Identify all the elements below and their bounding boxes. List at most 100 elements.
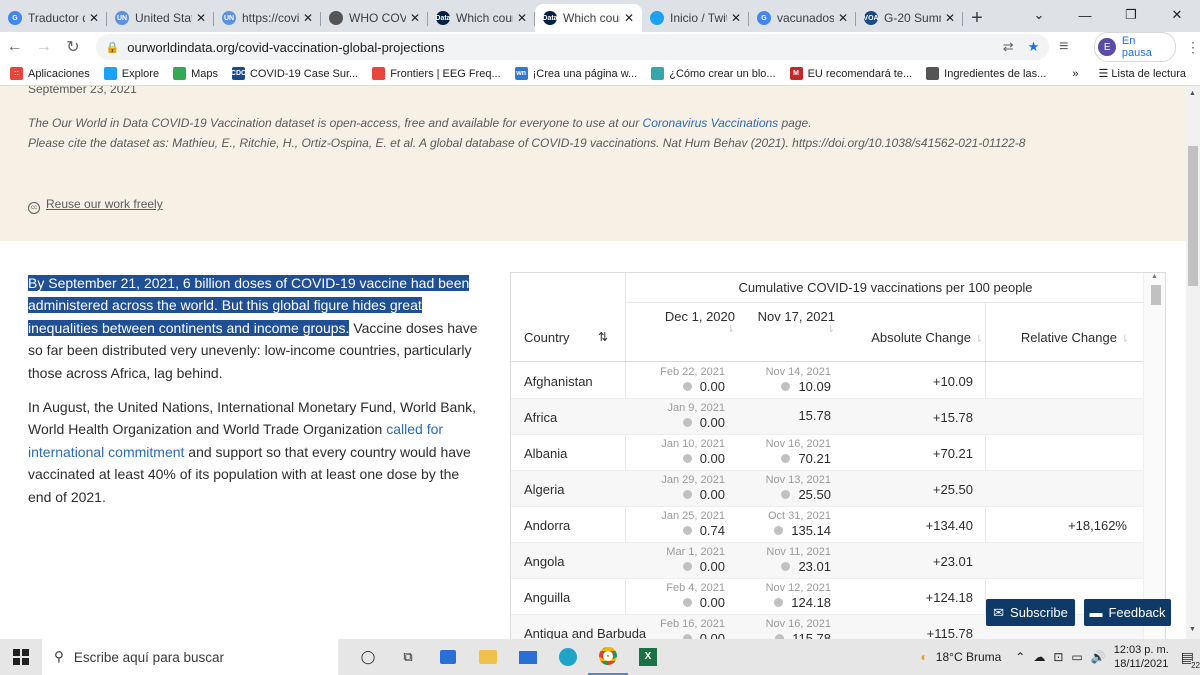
reload-button[interactable]: ↻ (58, 37, 87, 57)
info-icon[interactable] (781, 454, 791, 463)
info-icon[interactable] (781, 562, 791, 571)
file-explorer-icon[interactable] (468, 639, 508, 675)
menu-icon[interactable]: ⋮ (1186, 39, 1200, 56)
browser-tab[interactable]: Data Which coun ✕ (535, 4, 642, 32)
reading-list-button[interactable]: ☰ Lista de lectura (1098, 67, 1186, 80)
table-row[interactable]: Albania Jan 10, 2021 0.00 Nov 16, 2021 70.21… (511, 435, 1145, 471)
notifications-icon[interactable]: ▤ 22 (1181, 649, 1200, 670)
table-scroll-thumb[interactable] (1151, 285, 1161, 305)
more-bookmarks-icon[interactable]: » (1072, 68, 1078, 80)
minimize-button[interactable]: — (1062, 0, 1108, 30)
page-scroll-thumb[interactable] (1188, 146, 1198, 286)
close-tab-icon[interactable]: ✕ (410, 11, 420, 25)
bookmark-item[interactable]: CDC COVID-19 Case Sur... (231, 67, 358, 80)
volume-icon[interactable]: 🔊 (1091, 650, 1106, 664)
info-icon[interactable] (682, 418, 692, 427)
weather-text[interactable]: 18°C Bruma (936, 650, 1002, 664)
table-scrollbar[interactable]: ▲ (1143, 273, 1165, 639)
edge-icon[interactable] (548, 639, 588, 675)
table-row[interactable]: Afghanistan Feb 22, 2021 0.00 Nov 14, 2021 1… (511, 363, 1145, 399)
table-row[interactable]: Andorra Jan 25, 2021 0.74 Oct 31, 2021 135.1… (511, 507, 1145, 543)
reuse-link[interactable]: cc Reuse our work freely (28, 197, 163, 214)
start-button[interactable] (0, 649, 42, 665)
info-icon[interactable] (781, 490, 791, 499)
column-header-date2[interactable]: Nov 17, 2021 ⇂ (735, 309, 835, 335)
subscribe-button[interactable]: ✉ Subscribe (986, 599, 1075, 626)
excel-icon[interactable]: X (628, 639, 668, 675)
info-icon[interactable] (774, 526, 784, 535)
sort-icon[interactable]: ⇂ (1121, 334, 1129, 345)
browser-tab[interactable]: UN https://covid ✕ (214, 4, 321, 32)
sort-icon[interactable]: ⇂ (635, 324, 735, 335)
browser-tab[interactable]: G Traductor de ✕ (0, 4, 107, 32)
column-header-relative[interactable]: Relative Change ⇂ (989, 330, 1129, 345)
close-tab-icon[interactable]: ✕ (89, 11, 99, 25)
tab-search-icon[interactable]: ⌄ (1016, 0, 1062, 30)
cortana-icon[interactable]: ◯ (348, 639, 388, 675)
scroll-down-arrow-icon[interactable]: ▼ (1189, 626, 1196, 633)
browser-tab[interactable]: Data Which countr ✕ (428, 4, 535, 32)
info-icon[interactable] (682, 598, 692, 607)
close-tab-icon[interactable]: ✕ (945, 11, 955, 25)
bookmark-item[interactable]: Maps (173, 67, 218, 80)
info-icon[interactable] (774, 598, 784, 607)
vaccinations-link[interactable]: Coronavirus Vaccinations (643, 116, 779, 130)
page-scrollbar[interactable]: ▲ ▼ (1186, 86, 1200, 639)
bookmark-item[interactable]: wn ¡Crea una página w... (514, 67, 637, 80)
translate-icon[interactable]: ⇄ (1003, 39, 1014, 55)
table-row[interactable]: Africa Jan 9, 2021 0.00 15.78 +15.78 (511, 399, 1145, 435)
sort-icon[interactable]: ⇂ (735, 324, 835, 335)
bookmark-item[interactable]: M EU recomendará te... (789, 67, 912, 80)
mail-app-icon[interactable] (508, 639, 548, 675)
browser-tab[interactable]: Inicio / Twitt ✕ (642, 4, 749, 32)
info-icon[interactable] (682, 454, 692, 463)
chrome-icon[interactable] (588, 639, 628, 675)
network-icon[interactable]: ⊡ (1053, 650, 1063, 664)
info-icon[interactable] (682, 562, 692, 571)
onedrive-icon[interactable]: ☁ (1033, 650, 1045, 664)
column-header-country[interactable]: Country ⇅ (524, 330, 624, 345)
bookmark-star-icon[interactable]: ★ (1028, 39, 1040, 55)
store-icon[interactable] (428, 639, 468, 675)
reading-mode-icon[interactable]: ≡ (1049, 38, 1078, 56)
scroll-up-icon[interactable]: ▲ (1151, 273, 1158, 280)
close-tab-icon[interactable]: ✕ (624, 11, 634, 25)
info-icon[interactable] (682, 490, 692, 499)
table-row[interactable]: Algeria Jan 29, 2021 0.00 Nov 13, 2021 25.50… (511, 471, 1145, 507)
url-text[interactable]: ourworldindata.org/covid-vaccination-glo… (127, 40, 444, 55)
profile-button[interactable]: E En pausa (1094, 32, 1176, 62)
close-tab-icon[interactable]: ✕ (517, 11, 527, 25)
vaccination-table[interactable]: Cumulative COVID-19 vaccinations per 100… (510, 272, 1166, 639)
bookmark-item[interactable]: Explore (103, 67, 159, 80)
bookmark-item[interactable]: Frontiers | EEG Freq... (372, 67, 501, 80)
browser-tab[interactable]: WHO COVID ✕ (321, 4, 428, 32)
new-tab-button[interactable]: + (963, 4, 991, 32)
browser-tab[interactable]: Gvacunados ✕ (749, 4, 856, 32)
bookmark-item[interactable]: ¿Cómo crear un blo... (651, 67, 776, 80)
tray-expand-icon[interactable]: ⌃ (1015, 650, 1025, 664)
feedback-button[interactable]: ▬ Feedback (1084, 599, 1171, 626)
close-window-button[interactable]: ✕ (1154, 0, 1200, 30)
address-bar[interactable]: 🔒 ourworldindata.org/covid-vaccination-g… (95, 34, 1050, 60)
info-icon[interactable] (682, 382, 692, 391)
lock-icon[interactable]: 🔒 (106, 41, 120, 54)
task-view-icon[interactable]: ⧉ (388, 639, 428, 675)
browser-tab[interactable]: VOA G-20 Summ ✕ (856, 4, 963, 32)
sort-icon[interactable]: ⇂ (975, 334, 983, 345)
info-icon[interactable] (682, 526, 692, 535)
clock[interactable]: 12:03 p. m. 18/11/2021 (1114, 643, 1169, 671)
sort-icon[interactable]: ⇅ (598, 330, 608, 344)
close-tab-icon[interactable]: ✕ (731, 11, 741, 25)
forward-button[interactable]: → (29, 38, 58, 56)
close-tab-icon[interactable]: ✕ (303, 11, 313, 25)
bookmark-item[interactable]: Ingredientes de las... (926, 67, 1046, 80)
scroll-up-arrow-icon[interactable]: ▲ (1189, 90, 1196, 97)
battery-icon[interactable]: ▭ (1071, 650, 1082, 664)
taskbar-search[interactable]: ⚲ Escribe aquí para buscar (42, 639, 338, 675)
back-button[interactable]: ← (0, 38, 29, 56)
info-icon[interactable] (781, 382, 791, 391)
column-header-absolute[interactable]: Absolute Change ⇂ (849, 330, 983, 345)
close-tab-icon[interactable]: ✕ (196, 11, 206, 25)
weather-icon[interactable]: ◐ (921, 650, 928, 664)
table-row[interactable]: Angola Mar 1, 2021 0.00 Nov 11, 2021 23.01 +2… (511, 543, 1145, 579)
